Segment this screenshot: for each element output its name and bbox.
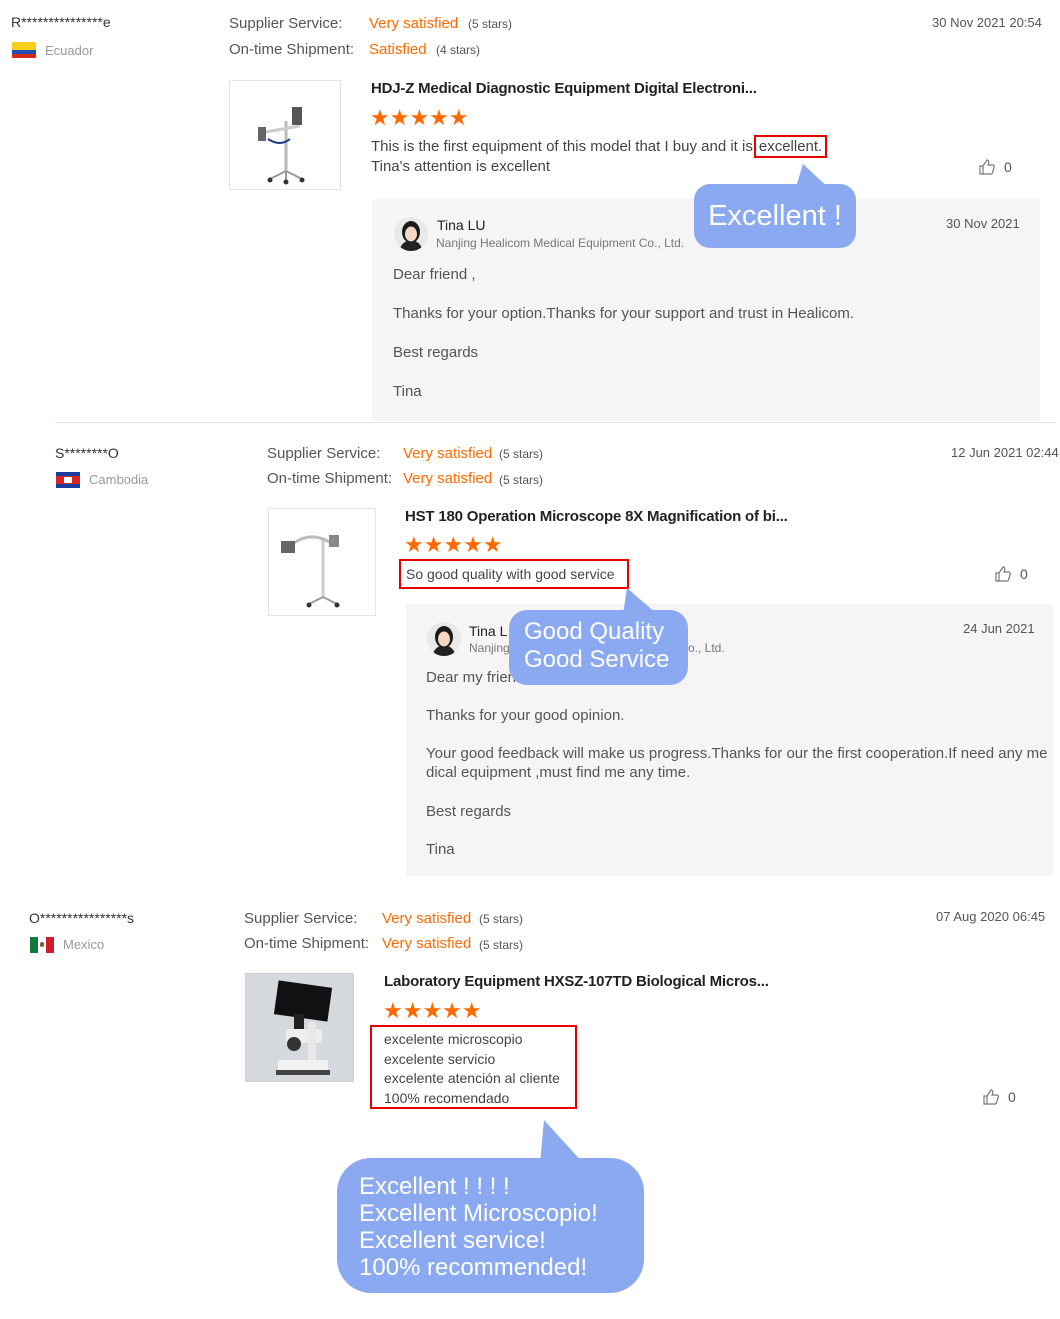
highlighted-word: excellent. <box>753 135 828 158</box>
ontime-shipment-label: On-time Shipment: <box>229 41 355 58</box>
reply-line: Dear friend , <box>393 266 476 283</box>
reply-name: Tina L <box>469 623 508 639</box>
reply-company: Nanjing Healicom Medical Equipment Co., … <box>436 236 685 250</box>
ontime-shipment-label: On-time Shipment: <box>267 470 393 487</box>
ontime-shipment-label: On-time Shipment: <box>244 935 370 952</box>
ontime-shipment-stars: (5 stars) <box>499 473 544 487</box>
supplier-service-stars: (5 stars) <box>499 447 544 461</box>
review-text-line2: Tina's attention is excellent <box>371 158 551 175</box>
ontime-shipment-rating: Satisfied <box>369 41 427 58</box>
review-date: 30 Nov 2021 20:54 <box>932 15 1042 30</box>
ontime-shipment-rating: Very satisfied <box>403 470 493 487</box>
avatar <box>394 217 428 251</box>
bubble-line: Excellent ! ! ! ! <box>359 1173 510 1200</box>
thumbs-up-icon <box>983 1089 999 1105</box>
callout-bubble: Excellent ! <box>694 184 856 248</box>
like-count: 0 <box>1004 159 1012 175</box>
buyer-name: O****************s <box>29 910 135 926</box>
callout-bubble: Excellent ! ! ! ! Excellent Microscopio!… <box>337 1158 644 1293</box>
review-date: 07 Aug 2020 06:45 <box>936 909 1046 924</box>
supplier-service-label: Supplier Service: <box>267 445 381 462</box>
buyer-country: Cambodia <box>89 472 149 487</box>
reply-line: Tina <box>426 841 455 858</box>
rating-stars: ★★★★★ <box>370 105 469 130</box>
supplier-service-rating: Very satisfied <box>403 445 493 462</box>
ontime-shipment-stars: (4 stars) <box>436 43 481 57</box>
reply-date: 30 Nov 2021 <box>946 216 1020 231</box>
like-button[interactable]: 0 <box>978 158 1012 176</box>
mexico-flag-icon <box>30 937 54 953</box>
divider <box>55 422 1055 423</box>
product-title[interactable]: Laboratory Equipment HXSZ-107TD Biologic… <box>384 973 769 990</box>
reply-date: 24 Jun 2021 <box>963 621 1035 636</box>
callout-bubble: Good Quality Good Service <box>509 610 688 685</box>
bubble-line: Good Service <box>524 646 670 673</box>
reply-line: Your good feedback will make us progress… <box>426 745 1048 762</box>
product-title[interactable]: HST 180 Operation Microscope 8X Magnific… <box>405 508 788 525</box>
buyer-country: Mexico <box>63 937 105 952</box>
bubble-line: 100% recommended! <box>359 1254 588 1281</box>
reply-company: Nanjing <box>469 641 510 655</box>
supplier-service-rating: Very satisfied <box>382 910 472 927</box>
like-count: 0 <box>1020 566 1028 582</box>
reply-line: Thanks for your good opinion. <box>426 707 625 724</box>
review-text: This is the first equipment of this mode… <box>371 135 828 158</box>
reply-line: Best regards <box>393 344 479 361</box>
review-line: excelente microscopio <box>384 1031 523 1047</box>
thumbs-up-icon <box>995 566 1011 582</box>
review-text: excelente microscopio excelente servicio… <box>370 1025 577 1109</box>
supplier-service-stars: (5 stars) <box>479 912 524 926</box>
rating-stars: ★★★★★ <box>404 532 503 557</box>
cambodia-flag-icon <box>56 472 80 488</box>
bubble-line: Good Quality <box>524 618 665 645</box>
reply-line: dical equipment ,must find me any time. <box>426 764 691 781</box>
seller-reply: Tina L Nanjing o., Ltd. 24 Jun 2021 Dear… <box>406 604 1054 876</box>
review-text: So good quality with good service <box>399 559 629 589</box>
reply-line: Thanks for your option.Thanks for your s… <box>393 305 855 322</box>
review-line: excelente atención al cliente <box>384 1070 560 1086</box>
like-button[interactable]: 0 <box>982 1088 1016 1106</box>
reply-line: Tina <box>393 383 422 400</box>
bubble-line: Excellent service! <box>359 1227 546 1254</box>
buyer-name: R***************e <box>11 14 111 30</box>
buyer-country: Ecuador <box>45 43 94 58</box>
product-image[interactable] <box>268 508 376 616</box>
reply-company-tail: o., Ltd. <box>688 641 725 655</box>
reply-line: Best regards <box>426 803 512 820</box>
rating-stars: ★★★★★ <box>383 998 482 1023</box>
ontime-shipment-rating: Very satisfied <box>382 935 472 952</box>
review-line: 100% recomendado <box>384 1089 510 1106</box>
like-count: 0 <box>1008 1089 1016 1105</box>
supplier-service-rating: Very satisfied <box>369 15 459 32</box>
product-image[interactable] <box>229 80 341 190</box>
reply-name: Tina LU <box>437 217 486 233</box>
supplier-service-stars: (5 stars) <box>468 17 513 31</box>
product-title[interactable]: HDJ-Z Medical Diagnostic Equipment Digit… <box>371 80 757 97</box>
review-date: 12 Jun 2021 02:44 <box>951 445 1059 460</box>
product-image[interactable] <box>245 973 354 1082</box>
buyer-name: S********O <box>55 445 119 461</box>
bubble-line: Excellent Microscopio! <box>359 1200 598 1227</box>
thumbs-up-icon <box>979 159 995 175</box>
ecuador-flag-icon <box>12 42 36 58</box>
ontime-shipment-stars: (5 stars) <box>479 938 524 952</box>
like-button[interactable]: 0 <box>994 565 1028 583</box>
review-text-prefix: This is the first equipment of this mode… <box>371 138 753 155</box>
avatar <box>427 622 461 656</box>
review-line: excelente servicio <box>384 1050 496 1067</box>
supplier-service-label: Supplier Service: <box>229 15 343 32</box>
supplier-service-label: Supplier Service: <box>244 910 358 927</box>
